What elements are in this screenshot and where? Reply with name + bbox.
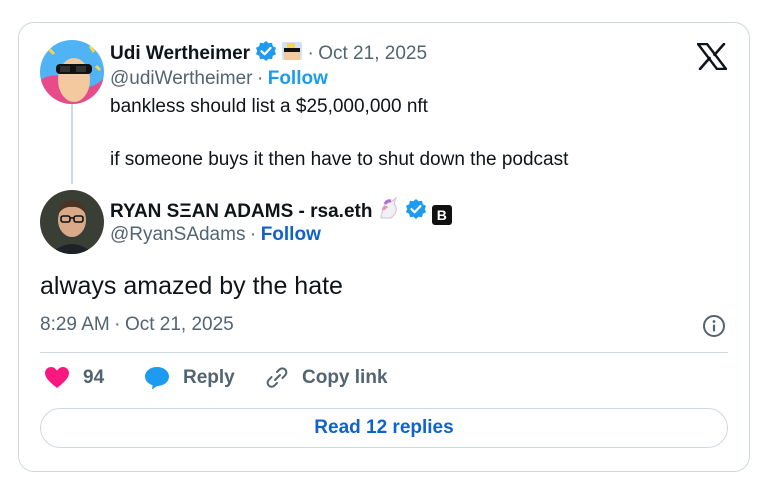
reply-label: Reply bbox=[183, 367, 235, 388]
quoted-header: Udi Wertheimer · Oct 21, 2025 bbox=[110, 40, 427, 65]
timestamp[interactable]: 8:29 AM · Oct 21, 2025 bbox=[40, 314, 234, 336]
read-replies-button[interactable]: Read 12 replies bbox=[40, 408, 728, 448]
bankless-logo-icon: B bbox=[431, 205, 452, 225]
quoted-text-line1: bankless should list a $25,000,000 nft bbox=[110, 96, 428, 117]
unicorn-emoji-icon bbox=[380, 196, 397, 219]
quoted-handle[interactable]: @udiWertheimer bbox=[110, 68, 252, 89]
copy-link-button[interactable]: Copy link bbox=[264, 366, 388, 390]
main-follow-link[interactable]: Follow bbox=[261, 224, 321, 245]
verified-badge-icon bbox=[406, 199, 427, 219]
tweet-time: 8:29 AM bbox=[40, 314, 110, 335]
reply-bubble-icon bbox=[145, 367, 169, 390]
read-replies-label: Read 12 replies bbox=[314, 417, 454, 438]
verified-badge-icon bbox=[255, 41, 276, 61]
divider bbox=[40, 352, 728, 353]
main-header: RYAN SΞAN ADAMS - rsa.eth B bbox=[110, 196, 452, 225]
quoted-subheader: @udiWertheimer · Follow bbox=[110, 68, 328, 89]
main-tweet-text: always amazed by the hate bbox=[40, 272, 343, 300]
quoted-avatar[interactable] bbox=[40, 40, 104, 104]
info-icon[interactable] bbox=[702, 314, 726, 338]
main-handle[interactable]: @RyanSAdams bbox=[110, 224, 245, 245]
tweet-date: Oct 21, 2025 bbox=[124, 314, 234, 335]
main-author-name[interactable]: RYAN SΞAN ADAMS - rsa.eth bbox=[110, 201, 372, 222]
person-avatar-icon bbox=[40, 190, 104, 254]
quoted-date[interactable]: Oct 21, 2025 bbox=[318, 43, 427, 64]
link-icon bbox=[266, 367, 288, 388]
sunglasses-emoji-icon bbox=[281, 42, 302, 60]
x-logo-icon[interactable] bbox=[697, 43, 727, 70]
thread-line bbox=[71, 104, 73, 184]
like-count: 94 bbox=[83, 367, 105, 388]
main-subheader: @RyanSAdams · Follow bbox=[110, 224, 321, 245]
reply-button[interactable]: Reply bbox=[144, 366, 235, 390]
main-avatar[interactable] bbox=[40, 190, 104, 254]
cartoon-avatar-icon bbox=[40, 40, 104, 104]
quoted-text-line2: if someone buys it then have to shut dow… bbox=[110, 149, 569, 170]
like-button[interactable]: 94 bbox=[44, 366, 104, 390]
quoted-follow-link[interactable]: Follow bbox=[268, 68, 328, 89]
heart-icon bbox=[45, 367, 69, 388]
quoted-author-name[interactable]: Udi Wertheimer bbox=[110, 43, 250, 64]
copy-link-label: Copy link bbox=[302, 367, 388, 388]
